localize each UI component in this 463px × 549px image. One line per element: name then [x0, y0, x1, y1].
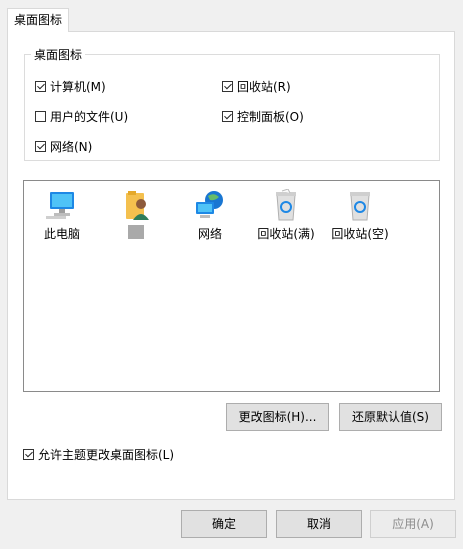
recycle-bin-empty-icon [325, 187, 395, 221]
icon-item-recycle-empty[interactable]: 回收站(空) [325, 187, 395, 242]
checkbox-computer[interactable]: 计算机(M) [35, 78, 106, 95]
settings-panel: 桌面图标 计算机(M) 回收站(R) 用户的文件(U) 控制面板(O) 网络(N… [7, 31, 455, 500]
checkbox-box[interactable] [222, 111, 233, 122]
desktop-icons-groupbox: 桌面图标 计算机(M) 回收站(R) 用户的文件(U) 控制面板(O) 网络(N… [24, 46, 440, 161]
checkbox-label: 用户的文件(U) [50, 110, 129, 124]
icon-label [101, 225, 171, 239]
icon-label: 回收站(满) [257, 227, 315, 241]
icon-item-user-files[interactable] [101, 187, 171, 239]
restore-default-button[interactable]: 还原默认值(S) [339, 403, 442, 431]
checkbox-recycle-bin[interactable]: 回收站(R) [222, 78, 291, 95]
checkbox-label: 计算机(M) [50, 80, 106, 94]
icon-label: 回收站(空) [331, 227, 389, 241]
tab-desktop-icons[interactable]: 桌面图标 [7, 8, 69, 32]
icon-item-this-pc[interactable]: 此电脑 [27, 187, 97, 242]
apply-button[interactable]: 应用(A) [370, 510, 456, 538]
group-title: 桌面图标 [31, 46, 86, 63]
ok-button[interactable]: 确定 [181, 510, 267, 538]
icon-label: 网络 [197, 227, 222, 241]
checkbox-allow-themes[interactable]: 允许主题更改桌面图标(L) [23, 446, 174, 463]
selected-label-box [128, 225, 144, 239]
checkbox-box[interactable] [35, 81, 46, 92]
icon-item-recycle-full[interactable]: 回收站(满) [251, 187, 321, 242]
icon-item-network[interactable]: 网络 [175, 187, 245, 242]
checkbox-label: 控制面板(O) [237, 110, 304, 124]
recycle-bin-full-icon [251, 187, 321, 221]
checkbox-box[interactable] [222, 81, 233, 92]
checkbox-label: 回收站(R) [237, 80, 291, 94]
computer-icon [27, 187, 97, 221]
checkbox-label: 允许主题更改桌面图标(L) [38, 448, 175, 462]
icon-list[interactable]: 此电脑 网络 回收站(满) 回收站(空) [23, 180, 440, 392]
icon-label: 此电脑 [43, 227, 80, 241]
change-icon-button[interactable]: 更改图标(H)... [226, 403, 329, 431]
checkbox-box[interactable] [35, 141, 46, 152]
checkbox-control-panel[interactable]: 控制面板(O) [222, 108, 304, 125]
checkbox-label: 网络(N) [50, 140, 93, 154]
checkbox-user-files[interactable]: 用户的文件(U) [35, 108, 128, 125]
user-folder-icon [101, 187, 171, 221]
checkbox-box[interactable] [35, 111, 46, 122]
cancel-button[interactable]: 取消 [276, 510, 362, 538]
checkbox-network[interactable]: 网络(N) [35, 138, 92, 155]
checkbox-box[interactable] [23, 449, 34, 460]
network-icon [175, 187, 245, 221]
